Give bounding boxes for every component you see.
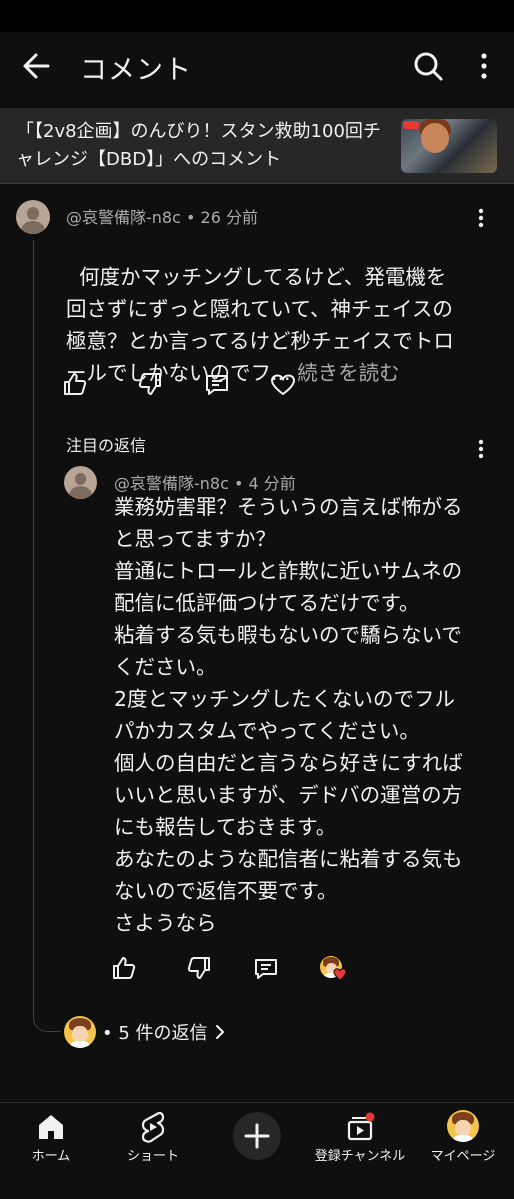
like-icon[interactable] (62, 371, 88, 397)
comment-meta: @哀警備隊-n8c • 26 分前 (66, 208, 258, 227)
chevron-right-icon (215, 1025, 224, 1039)
reply-avatar[interactable] (64, 466, 97, 499)
replies-count: • 5 件の返信 (102, 1023, 208, 1044)
creator-heart-badge (320, 956, 348, 982)
create-button[interactable] (233, 1112, 281, 1160)
pinned-reply-label: 注目の返信 (66, 436, 147, 455)
comment-text: 何度かマッチングしてるけど、発電機を回さずにずっと隠れていて、神チェイスの極意？… (66, 265, 454, 385)
nav-mypage[interactable]: マイページ (423, 1103, 503, 1199)
reply-dislike-icon[interactable] (186, 955, 212, 981)
my-avatar (447, 1110, 479, 1142)
heart-icon (333, 968, 347, 981)
video-header[interactable]: 「【2v8企画】のんびり！スタン救助100回チャレンジ【DBD】」へのコメント (0, 108, 514, 184)
status-bar (0, 0, 514, 32)
creator-avatar (64, 1016, 96, 1048)
thread-line (33, 240, 34, 1000)
view-replies-button[interactable]: • 5 件の返信 (64, 1014, 226, 1050)
reply-like-icon[interactable] (111, 955, 137, 981)
read-more-link[interactable]: 続きを読む (297, 361, 400, 385)
page-title: コメント (80, 55, 192, 86)
search-icon[interactable] (408, 46, 448, 86)
more-vert-icon[interactable] (470, 46, 498, 86)
shorts-icon (141, 1111, 165, 1143)
video-thumbnail (401, 119, 497, 173)
reply-reply-icon[interactable] (253, 956, 279, 982)
reply-text: 業務妨害罪？そういうの言えば怖がると思ってますか？ 普通にトロールと詐欺に近いサ… (114, 495, 463, 935)
app-bar: コメント (0, 32, 514, 100)
heart-icon[interactable] (270, 372, 296, 398)
nav-home[interactable]: ホーム (11, 1103, 91, 1199)
nav-subscriptions[interactable]: 登録チャンネル (305, 1103, 415, 1199)
comment-more-icon[interactable] (475, 206, 487, 230)
pinned-more-icon[interactable] (475, 437, 487, 461)
video-title: 「【2v8企画】のんびり！スタン救助100回チャレンジ【DBD】」へのコメント (16, 121, 381, 170)
bottom-nav: ホーム ショート 登録チャンネル マイページ (0, 1102, 514, 1199)
plus-icon (244, 1123, 270, 1149)
comment-author[interactable]: @哀警備隊-n8c (66, 208, 181, 227)
home-icon (39, 1115, 63, 1139)
avatar[interactable] (16, 200, 50, 234)
dislike-icon[interactable] (137, 371, 163, 397)
comment-time: 26 分前 (200, 208, 258, 227)
reply-icon[interactable] (204, 372, 230, 398)
nav-shorts[interactable]: ショート (113, 1103, 193, 1199)
thread-connector (33, 1000, 61, 1032)
back-arrow-icon[interactable] (18, 48, 58, 84)
subscriptions-icon (347, 1112, 375, 1141)
